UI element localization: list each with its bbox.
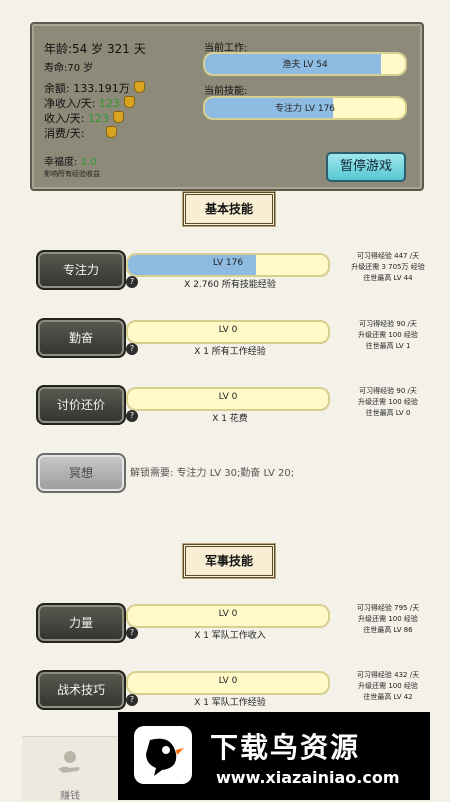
skill-info-best: 往世最高 LV 42 — [363, 693, 413, 701]
skill-info-best: 往世最高 LV 1 — [365, 342, 411, 350]
skill-bar-label: LV 0 — [218, 676, 238, 686]
skill-bar-strength: LV 0 — [126, 604, 330, 628]
skill-info-exp: 可习得经验 447 /天 — [356, 252, 420, 260]
skill-button-meditation[interactable]: 冥想 — [36, 453, 126, 493]
skill-bar-tactics: LV 0 — [126, 671, 330, 695]
skill-info-exp: 可习得经验 90 /天 — [359, 387, 417, 395]
coin-icon — [133, 81, 145, 93]
skill-effect-strength: X 1 军队工作收入 — [194, 631, 266, 641]
age-label: 年龄: — [44, 42, 73, 56]
skill-info-best: 往世最高 LV 44 — [363, 274, 413, 282]
skill-info-exp: 可习得经验 90 /天 — [359, 320, 417, 328]
income-label: 收入/天: — [44, 112, 85, 125]
skill-effect-tactics: X 1 军队工作经验 — [194, 698, 266, 708]
age-days: 321 — [107, 42, 130, 56]
expense-line: 消费/天: — [44, 125, 117, 141]
skill-button-diligence[interactable]: 勤奋 — [36, 318, 126, 358]
happiness-label: 幸福度: — [44, 157, 78, 168]
nav-earn[interactable]: 赚钱 — [22, 737, 118, 802]
skill-effect-focus: X 2.760 所有技能经验 — [184, 280, 276, 290]
skill-button-strength[interactable]: 力量 — [36, 603, 126, 643]
skill-bar-label: LV 0 — [218, 609, 238, 619]
current-job-bar-label: 渔夫 LV 54 — [282, 60, 328, 70]
skill-bar-label: LV 0 — [218, 392, 238, 402]
expense-label: 消费/天: — [44, 127, 85, 140]
happiness-line: 幸福度: 1.0 — [44, 153, 96, 168]
current-job-bar[interactable]: 渔夫 LV 54 — [203, 52, 407, 76]
skill-bar-diligence: LV 0 — [126, 320, 330, 344]
skill-bar-focus: LV 176 — [126, 253, 330, 277]
skill-info-bargain: 可习得经验 90 /天 升级还需 100 经验 往世最高 LV 0 — [332, 386, 444, 419]
skill-bar-label: LV 0 — [218, 325, 238, 335]
happiness-value: 1.0 — [80, 157, 97, 168]
skill-info-exp: 可习得经验 795 /天 — [356, 604, 420, 612]
money-hand-icon — [58, 751, 80, 773]
coin-icon — [123, 96, 135, 108]
current-skill-label: 当前技能: — [204, 86, 248, 97]
balance-value: 133.191万 — [73, 82, 130, 95]
age-days-unit: 天 — [133, 42, 146, 56]
basic-skills-title: 基本技能 — [183, 192, 275, 226]
skill-info-upgrade: 升级还需 3 705万 经验 — [351, 263, 425, 271]
watermark-title: 下载鸟资源 — [210, 731, 361, 764]
balance-label: 余额: — [44, 82, 70, 95]
lifespan-label: 寿命: — [44, 63, 68, 74]
skill-info-upgrade: 升级还需 100 经验 — [358, 398, 418, 406]
net-income-label: 净收入/天: — [44, 97, 96, 110]
military-skills-title: 军事技能 — [183, 544, 275, 578]
age-line: 年龄:54 岁 321 天 — [44, 40, 146, 57]
age-years-unit: 岁 — [91, 42, 104, 56]
skill-button-tactics[interactable]: 战术技巧 — [36, 670, 126, 710]
lifespan-line: 寿命:70 岁 — [44, 59, 93, 74]
net-income-value: 123 — [98, 97, 120, 110]
skill-info-best: 往世最高 LV 86 — [363, 626, 413, 634]
pause-game-button[interactable]: 暂停游戏 — [326, 152, 406, 182]
skill-info-upgrade: 升级还需 100 经验 — [358, 615, 418, 623]
skill-button-focus[interactable]: 专注力 — [36, 250, 126, 290]
coin-icon — [112, 111, 124, 123]
watermark: 下载鸟资源 www.xiazainiao.com — [118, 712, 430, 800]
age-years: 54 — [72, 42, 88, 56]
income-value: 123 — [87, 112, 109, 125]
skill-unlock-requirement: 解锁需要: 专注力 LV 30;勤奋 LV 20; — [130, 468, 295, 479]
coin-icon — [105, 126, 117, 138]
net-income-line: 净收入/天: 123 — [44, 95, 135, 111]
skill-info-focus: 可习得经验 447 /天 升级还需 3 705万 经验 往世最高 LV 44 — [332, 251, 444, 284]
watermark-url: www.xiazainiao.com — [216, 768, 400, 787]
skill-effect-bargain: X 1 花费 — [212, 414, 248, 424]
skill-info-upgrade: 升级还需 100 经验 — [358, 331, 418, 339]
skill-info-tactics: 可习得经验 432 /天 升级还需 100 经验 往世最高 LV 42 — [332, 670, 444, 703]
income-line: 收入/天: 123 — [44, 110, 124, 126]
lifespan-value: 70 — [67, 63, 81, 74]
skill-info-best: 往世最高 LV 0 — [365, 409, 411, 417]
skill-info-diligence: 可习得经验 90 /天 升级还需 100 经验 往世最高 LV 1 — [332, 319, 444, 352]
skill-bar-bargain: LV 0 — [126, 387, 330, 411]
happiness-note: 影响所有经验收益 — [44, 170, 100, 178]
skill-info-exp: 可习得经验 432 /天 — [356, 671, 420, 679]
skill-info-strength: 可习得经验 795 /天 升级还需 100 经验 往世最高 LV 86 — [332, 603, 444, 636]
skill-info-upgrade: 升级还需 100 经验 — [358, 682, 418, 690]
skill-bar-label: LV 176 — [212, 258, 244, 268]
current-skill-bar-label: 专注力 LV 176 — [274, 104, 336, 114]
skill-effect-diligence: X 1 所有工作经验 — [194, 347, 266, 357]
lifespan-unit: 岁 — [83, 63, 94, 74]
current-skill-bar[interactable]: 专注力 LV 176 — [203, 96, 407, 120]
balance-line: 余额: 133.191万 — [44, 80, 145, 96]
skill-button-bargain[interactable]: 讨价还价 — [36, 385, 126, 425]
bird-logo-icon — [134, 726, 192, 784]
